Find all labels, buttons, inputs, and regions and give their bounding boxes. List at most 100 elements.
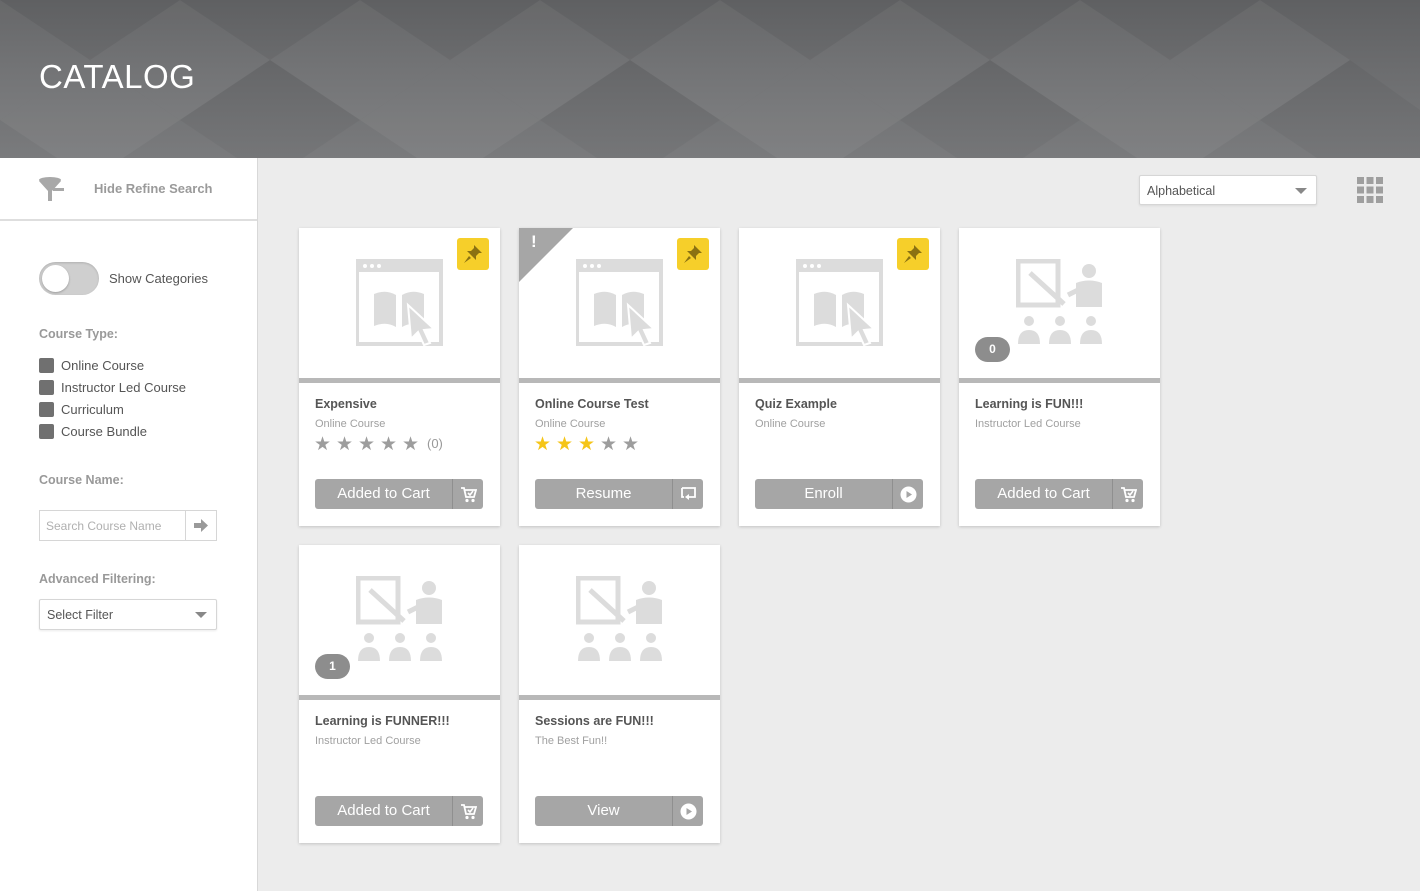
- instructor-led-icon: [356, 576, 442, 661]
- funnel-icon: [39, 177, 64, 201]
- enroll-button[interactable]: Enroll: [755, 479, 923, 509]
- card-divider: [299, 695, 500, 700]
- course-type-label: Course Type:: [39, 327, 118, 341]
- resume-icon: [672, 479, 703, 509]
- button-label: Added to Cart: [997, 485, 1090, 502]
- cart-icon: [1112, 479, 1143, 509]
- course-type: Online Course: [535, 418, 606, 430]
- button-label: Added to Cart: [337, 802, 430, 819]
- button-label: View: [587, 802, 620, 819]
- hide-refine-search-button[interactable]: Hide Refine Search: [0, 158, 257, 221]
- rating-count: (0): [427, 436, 443, 451]
- show-categories-toggle[interactable]: [39, 262, 99, 295]
- star-icon[interactable]: ★: [358, 434, 380, 456]
- added-to-cart-button[interactable]: Added to Cart: [975, 479, 1143, 509]
- course-title[interactable]: Quiz Example: [755, 397, 837, 411]
- star-icon[interactable]: ★: [556, 434, 578, 456]
- card-thumbnail: [299, 228, 500, 378]
- course-title[interactable]: Learning is FUN!!!: [975, 397, 1083, 411]
- course-type: Online Course: [315, 418, 386, 430]
- instructor-led-icon: [1016, 259, 1102, 344]
- star-icon[interactable]: ★: [622, 434, 644, 456]
- sort-value: Alphabetical: [1147, 184, 1216, 198]
- course-card[interactable]: Sessions are FUN!!! The Best Fun!! View: [519, 545, 720, 843]
- pin-icon: [464, 245, 482, 263]
- course-type: Instructor Led Course: [315, 735, 421, 747]
- pin-icon: [904, 245, 922, 263]
- checkbox[interactable]: [39, 424, 54, 439]
- course-title[interactable]: Expensive: [315, 397, 377, 411]
- pin-icon: [684, 245, 702, 263]
- pinned-badge[interactable]: [677, 238, 709, 270]
- star-icon[interactable]: ★: [402, 434, 424, 456]
- show-categories-label: Show Categories: [109, 271, 208, 286]
- toggle-knob: [42, 265, 69, 292]
- card-thumbnail: !: [519, 228, 720, 378]
- added-to-cart-button[interactable]: Added to Cart: [315, 479, 483, 509]
- star-icon[interactable]: ★: [600, 434, 622, 456]
- page-title: CATALOG: [39, 58, 196, 95]
- grid-view-icon[interactable]: [1357, 177, 1383, 203]
- checkbox-label: Curriculum: [61, 402, 124, 417]
- refine-search-label: Hide Refine Search: [94, 181, 213, 196]
- resume-button[interactable]: Resume: [535, 479, 703, 509]
- star-icon[interactable]: ★: [314, 434, 336, 456]
- course-type: The Best Fun!!: [535, 735, 608, 747]
- checkbox-label: Online Course: [61, 358, 145, 373]
- search-submit-button[interactable]: [185, 511, 216, 540]
- star-icon[interactable]: ★: [336, 434, 358, 456]
- course-type: Online Course: [755, 418, 826, 430]
- sort-select[interactable]: Alphabetical: [1139, 175, 1317, 205]
- checkbox[interactable]: [39, 358, 54, 373]
- checkbox-label: Course Bundle: [61, 424, 147, 439]
- course-title[interactable]: Sessions are FUN!!!: [535, 714, 654, 728]
- added-to-cart-button[interactable]: Added to Cart: [315, 796, 483, 826]
- course-type: Instructor Led Course: [975, 418, 1081, 430]
- online-course-icon: [796, 259, 883, 347]
- button-label: Resume: [575, 485, 632, 502]
- header-pattern: [0, 0, 1420, 158]
- course-card[interactable]: 0 Learning is FUN!!! Instructor Led Cour…: [959, 228, 1160, 526]
- course-title[interactable]: Learning is FUNNER!!!: [315, 714, 450, 728]
- chevron-down-icon: [1295, 188, 1307, 194]
- online-course-icon: [356, 259, 443, 347]
- card-thumbnail: [739, 228, 940, 378]
- card-thumbnail: [519, 545, 720, 695]
- star-rating[interactable]: ★ ★ ★ ★ ★: [534, 434, 644, 456]
- star-icon[interactable]: ★: [578, 434, 600, 456]
- course-card[interactable]: Expensive Online Course ★ ★ ★ ★ ★ (0) Added t…: [299, 228, 500, 526]
- star-icon[interactable]: ★: [534, 434, 556, 456]
- view-button[interactable]: View: [535, 796, 703, 826]
- card-divider: [299, 378, 500, 383]
- play-icon: [672, 796, 703, 826]
- star-rating[interactable]: ★ ★ ★ ★ ★ (0): [314, 434, 443, 456]
- filter-value: Select Filter: [47, 608, 113, 622]
- alert-icon: !: [531, 232, 537, 251]
- advanced-filter-select[interactable]: Select Filter: [39, 599, 217, 630]
- button-label: Enroll: [804, 485, 843, 502]
- course-name-label: Course Name:: [39, 473, 124, 487]
- course-card[interactable]: ! Online Course Test Online Course ★ ★ ★ ★ ★…: [519, 228, 720, 526]
- checkbox[interactable]: [39, 380, 54, 395]
- course-title[interactable]: Online Course Test: [535, 397, 649, 411]
- star-icon[interactable]: ★: [380, 434, 402, 456]
- course-card[interactable]: 1 Learning is FUNNER!!! Instructor Led C…: [299, 545, 500, 843]
- search-input[interactable]: [40, 511, 186, 540]
- arrow-right-icon: [194, 519, 208, 532]
- card-thumbnail: 1: [299, 545, 500, 695]
- refine-search-sidebar: Hide Refine Search Show Categories Cours…: [0, 158, 258, 891]
- course-card[interactable]: Quiz Example Online Course Enroll: [739, 228, 940, 526]
- chevron-down-icon: [195, 612, 207, 618]
- card-divider: [519, 378, 720, 383]
- checkbox-label: Instructor Led Course: [61, 380, 187, 395]
- pinned-badge[interactable]: [897, 238, 929, 270]
- card-divider: [959, 378, 1160, 383]
- card-divider: [519, 695, 720, 700]
- pinned-badge[interactable]: [457, 238, 489, 270]
- button-label: Added to Cart: [337, 485, 430, 502]
- cart-icon: [452, 479, 483, 509]
- checkbox[interactable]: [39, 402, 54, 417]
- session-count-badge: 0: [975, 337, 1010, 362]
- instructor-led-icon: [576, 576, 662, 661]
- card-thumbnail: 0: [959, 228, 1160, 378]
